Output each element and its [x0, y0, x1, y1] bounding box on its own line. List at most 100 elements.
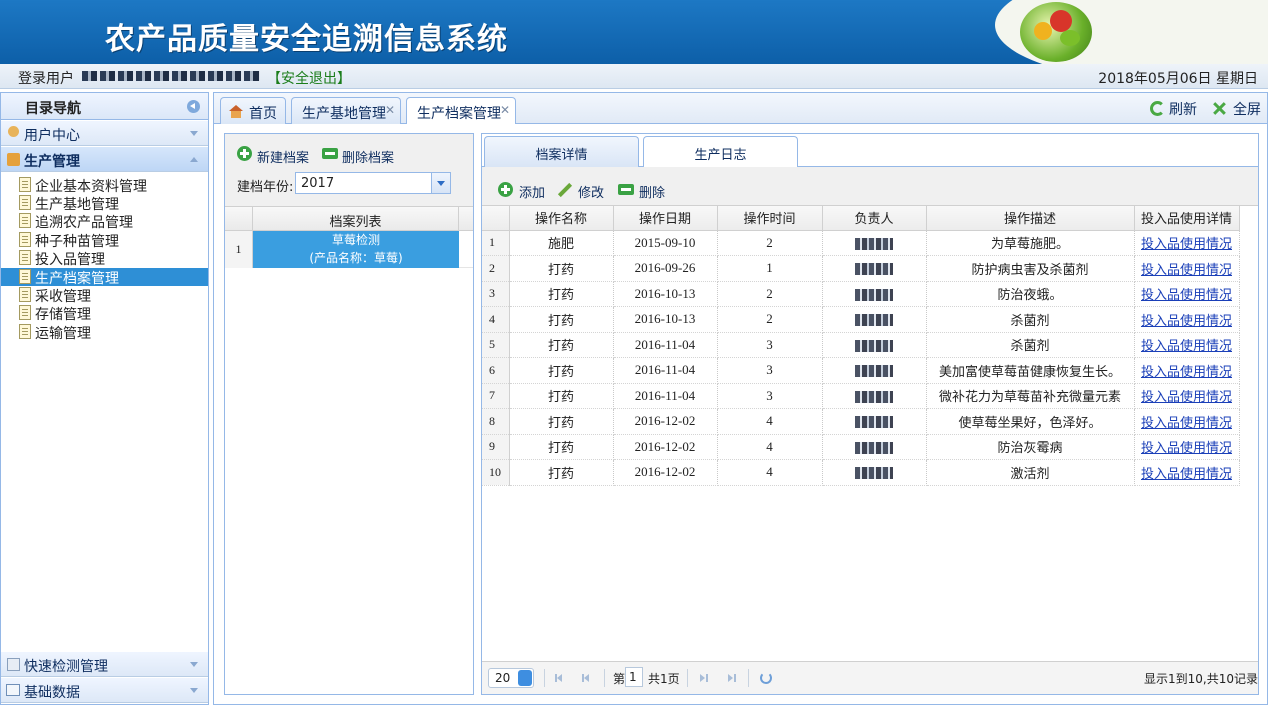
operation-description: 杀菌剂 [926, 306, 1135, 333]
refresh-icon[interactable] [1150, 101, 1165, 116]
logout-link[interactable]: 【安全退出】 [267, 68, 351, 88]
input-usage-link[interactable]: 投入品使用情况 [1141, 415, 1232, 430]
table-row[interactable]: 5 打药 2016-11-04 3 杀菌剂 投入品使用情况 [482, 332, 1240, 358]
input-usage-link[interactable]: 投入品使用情况 [1141, 389, 1232, 404]
delete-log-button[interactable]: 删除 [639, 182, 665, 201]
operation-name: 打药 [509, 255, 614, 282]
document-icon [19, 250, 31, 265]
add-icon[interactable] [237, 146, 252, 161]
input-usage-link[interactable]: 投入品使用情况 [1141, 313, 1232, 328]
tab-home[interactable]: 首页 [220, 97, 286, 125]
reload-icon[interactable] [760, 672, 772, 684]
prev-page-icon[interactable] [582, 674, 592, 682]
archive-row[interactable]: 1 草莓检测 (产品名称：草莓) [225, 231, 473, 268]
tab-archive-details[interactable]: 档案详情 [484, 136, 639, 167]
user-icon [8, 126, 19, 137]
sidebar-item-traced-products[interactable]: 追溯农产品管理 [1, 212, 208, 231]
input-usage-link[interactable]: 投入品使用情况 [1141, 262, 1232, 277]
spinner-icon[interactable] [518, 670, 532, 686]
year-select[interactable]: 2017 [295, 172, 451, 194]
row-number: 9 [482, 434, 510, 460]
delete-icon[interactable] [322, 148, 338, 159]
operation-time: 4 [717, 434, 823, 460]
document-icon [19, 232, 31, 247]
responsible-person [822, 459, 927, 486]
table-row[interactable]: 6 打药 2016-11-04 3 美加富使草莓苗健康恢复生长。 投入品使用情况 [482, 357, 1240, 384]
fullscreen-button[interactable]: 全屏 [1233, 99, 1261, 119]
operation-time: 3 [717, 357, 823, 384]
table-row[interactable]: 8 打药 2016-12-02 4 使草莓坐果好，色泽好。 投入品使用情况 [482, 408, 1240, 435]
column-header[interactable]: 操作描述 [926, 206, 1135, 231]
operation-description: 美加富使草莓苗健康恢复生长。 [926, 357, 1135, 384]
input-usage-link[interactable]: 投入品使用情况 [1141, 440, 1232, 455]
sidebar-item-storage[interactable]: 存储管理 [1, 304, 208, 323]
first-page-icon[interactable] [555, 674, 565, 682]
archive-row-selected[interactable]: 草莓检测 (产品名称：草莓) [253, 231, 459, 268]
table-row[interactable]: 3 打药 2016-10-13 2 防治夜蛾。 投入品使用情况 [482, 281, 1240, 307]
input-usage-link[interactable]: 投入品使用情况 [1141, 236, 1232, 251]
close-icon[interactable]: ✕ [385, 103, 395, 117]
row-number: 2 [482, 255, 510, 282]
section-rapid-testing[interactable]: 快速检测管理 [1, 652, 208, 677]
operation-description: 防护病虫害及杀菌剂 [926, 255, 1135, 282]
operation-date: 2016-11-04 [613, 332, 718, 358]
column-header[interactable]: 投入品使用详情 [1134, 206, 1240, 231]
input-usage-cell: 投入品使用情况 [1134, 306, 1240, 333]
sidebar-item-transport[interactable]: 运输管理 [1, 323, 208, 342]
section-user-center[interactable]: 用户中心 [1, 121, 208, 146]
tab-production-log[interactable]: 生产日志 [643, 136, 798, 167]
section-production[interactable]: 生产管理 [1, 147, 208, 172]
refresh-button[interactable]: 刷新 [1169, 99, 1197, 119]
fullscreen-icon[interactable] [1212, 101, 1227, 116]
input-usage-link[interactable]: 投入品使用情况 [1141, 287, 1232, 302]
section-base-data[interactable]: 基础数据 [1, 678, 208, 703]
delete-icon[interactable] [618, 184, 634, 195]
sidebar-item-inputs[interactable]: 投入品管理 [1, 249, 208, 268]
edit-log-button[interactable]: 修改 [578, 182, 604, 201]
column-header[interactable]: 操作名称 [509, 206, 614, 231]
column-header[interactable]: 负责人 [822, 206, 927, 231]
column-header[interactable]: 操作日期 [613, 206, 718, 231]
operation-time: 2 [717, 230, 823, 256]
redacted-name [855, 467, 893, 480]
sidebar-item-production-base[interactable]: 生产基地管理 [1, 194, 208, 213]
table-row[interactable]: 7 打药 2016-11-04 3 微补花力为草莓苗补充微量元素 投入品使用情况 [482, 383, 1240, 409]
input-usage-link[interactable]: 投入品使用情况 [1141, 364, 1232, 379]
table-row[interactable]: 4 打药 2016-10-13 2 杀菌剂 投入品使用情况 [482, 306, 1240, 333]
chevron-down-icon[interactable] [431, 173, 450, 193]
sidebar-item-company-info[interactable]: 企业基本资料管理 [1, 176, 208, 195]
input-usage-link[interactable]: 投入品使用情况 [1141, 466, 1232, 481]
last-page-icon[interactable] [726, 674, 736, 682]
collapse-sidebar-icon[interactable] [187, 100, 200, 113]
input-usage-link[interactable]: 投入品使用情况 [1141, 338, 1232, 353]
redacted-name [855, 237, 893, 250]
delete-archive-button[interactable]: 删除档案 [342, 147, 394, 166]
responsible-person [822, 230, 927, 256]
row-number: 8 [482, 408, 510, 435]
page-number-input[interactable]: 1 [625, 667, 643, 687]
add-icon[interactable] [498, 182, 513, 197]
operation-date: 2016-12-02 [613, 459, 718, 486]
operation-description: 激活剂 [926, 459, 1135, 486]
close-icon[interactable]: ✕ [500, 103, 510, 117]
new-archive-button[interactable]: 新建档案 [257, 147, 309, 166]
document-icon [19, 177, 31, 192]
sidebar-item-seeds[interactable]: 种子种苗管理 [1, 231, 208, 250]
next-page-icon[interactable] [698, 674, 708, 682]
responsible-person [822, 383, 927, 409]
tab-production-base[interactable]: 生产基地管理 ✕ [291, 97, 401, 125]
sidebar-item-harvest[interactable]: 采收管理 [1, 286, 208, 305]
chevron-down-icon [190, 131, 198, 136]
tab-production-archive[interactable]: 生产档案管理 ✕ [406, 97, 516, 126]
sidebar-item-production-archive[interactable]: 生产档案管理 [1, 268, 208, 287]
edit-icon[interactable] [557, 182, 573, 198]
table-row[interactable]: 1 施肥 2015-09-10 2 为草莓施肥。 投入品使用情况 [482, 230, 1240, 256]
column-header[interactable]: 操作时间 [717, 206, 823, 231]
table-row[interactable]: 2 打药 2016-09-26 1 防护病虫害及杀菌剂 投入品使用情况 [482, 255, 1240, 282]
redacted-name [855, 441, 893, 454]
page-size-select[interactable]: 20 [488, 668, 534, 688]
operation-name: 打药 [509, 434, 614, 460]
table-row[interactable]: 10 打药 2016-12-02 4 激活剂 投入品使用情况 [482, 459, 1240, 486]
table-row[interactable]: 9 打药 2016-12-02 4 防治灰霉病 投入品使用情况 [482, 434, 1240, 460]
add-log-button[interactable]: 添加 [519, 182, 545, 201]
